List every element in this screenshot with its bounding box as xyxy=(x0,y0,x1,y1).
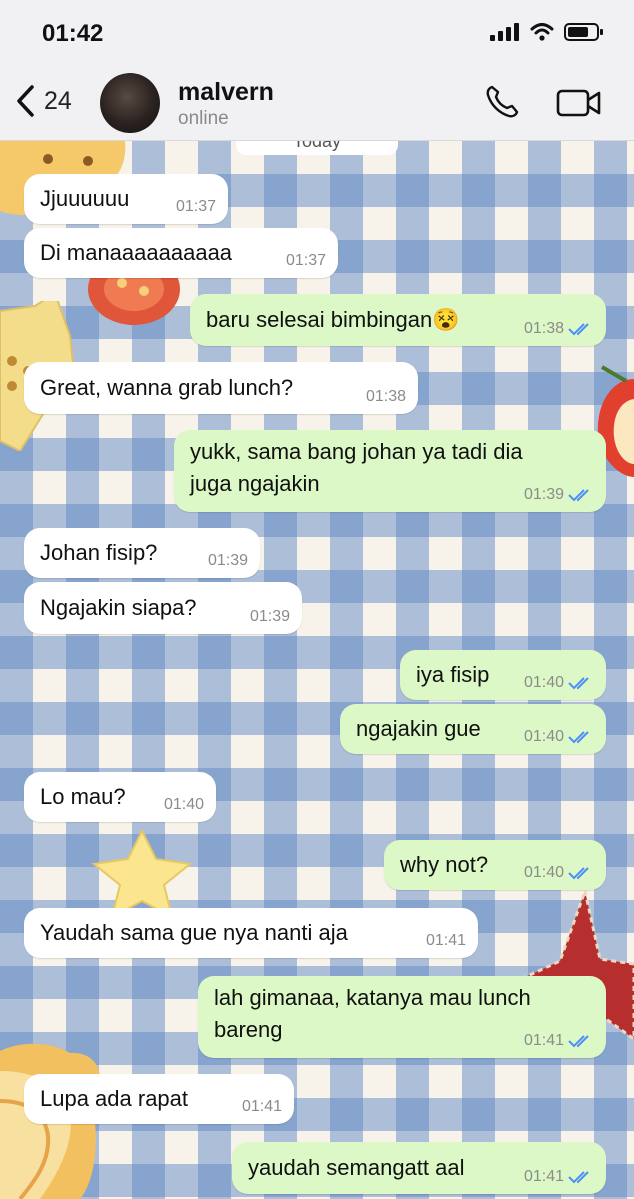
message-meta: 01:40 xyxy=(524,728,594,746)
message-meta: 01:40 xyxy=(524,864,594,882)
double-check-icon xyxy=(568,323,589,336)
message-text: Di manaaaaaaaaaa xyxy=(40,240,233,265)
battery-icon xyxy=(564,23,603,41)
contact-name[interactable]: malvern xyxy=(178,78,274,107)
message-time: 01:40 xyxy=(523,864,564,881)
message-meta: 01:41 xyxy=(242,1098,282,1116)
signal-icon xyxy=(490,23,519,41)
message-text: lah gimanaa, katanya mau lunch xyxy=(214,985,531,1010)
chevron-left-icon xyxy=(17,85,34,117)
message-time: 01:40 xyxy=(523,674,564,691)
message-bubble-outgoing[interactable]: baru selesai bimbingan😵 01:38 xyxy=(190,294,606,346)
message-text: ngajakin gue xyxy=(356,716,481,741)
status-time: 01:42 xyxy=(42,20,104,47)
message-meta: 01:39 xyxy=(524,486,594,504)
message-time: 01:41 xyxy=(425,932,466,949)
message-text: yukk, sama bang johan ya tadi dia xyxy=(190,439,523,464)
message-text: Jjuuuuuu xyxy=(40,186,130,211)
chat-header: 24 malvern online xyxy=(0,66,634,141)
message-text: yaudah semangatt aal xyxy=(248,1155,465,1180)
message-meta: 01:41 xyxy=(524,1032,594,1050)
chat-area[interactable]: Today Jjuuuuuu 01:37 Di manaaaaaaaaaa 01… xyxy=(0,141,634,1199)
message-time: 01:41 xyxy=(523,1168,564,1185)
double-check-icon xyxy=(568,731,589,744)
message-text: Yaudah sama gue nya nanti aja xyxy=(40,920,348,945)
message-text: Lupa ada rapat xyxy=(40,1086,189,1111)
double-check-icon xyxy=(568,1171,589,1184)
message-text-line2: juga ngajakin xyxy=(190,471,320,496)
message-bubble-incoming[interactable]: Yaudah sama gue nya nanti aja 01:41 xyxy=(24,908,478,958)
message-text-line2: bareng xyxy=(214,1017,283,1042)
double-check-icon xyxy=(568,867,589,880)
message-bubble-outgoing[interactable]: yukk, sama bang johan ya tadi dia juga n… xyxy=(174,430,606,512)
message-bubble-incoming[interactable]: Lo mau? 01:40 xyxy=(24,772,216,822)
message-meta: 01:40 xyxy=(164,796,204,814)
message-bubble-outgoing[interactable]: yaudah semangatt aal 01:41 xyxy=(232,1142,606,1194)
message-meta: 01:40 xyxy=(524,674,594,692)
yellow-star-decoration xyxy=(91,829,193,919)
contact-status: online xyxy=(178,108,229,129)
avatar[interactable] xyxy=(100,73,160,133)
message-text: Ngajakin siapa? xyxy=(40,595,197,620)
message-bubble-incoming[interactable]: Johan fisip? 01:39 xyxy=(24,528,260,578)
message-bubble-outgoing[interactable]: why not? 01:40 xyxy=(384,840,606,890)
status-bar: 01:42 xyxy=(0,0,634,66)
message-time: 01:41 xyxy=(241,1098,282,1115)
message-time: 01:39 xyxy=(249,608,290,625)
message-time: 01:38 xyxy=(523,320,564,337)
message-meta: 01:41 xyxy=(426,932,466,950)
date-chip: Today xyxy=(236,141,398,155)
message-time: 01:40 xyxy=(523,728,564,745)
message-time: 01:41 xyxy=(523,1032,564,1049)
message-time: 01:40 xyxy=(163,796,204,813)
message-bubble-incoming[interactable]: Ngajakin siapa? 01:39 xyxy=(24,582,302,634)
message-text: Great, wanna grab lunch? xyxy=(40,375,294,400)
message-text: why not? xyxy=(400,852,489,877)
message-bubble-outgoing[interactable]: lah gimanaa, katanya mau lunch bareng 01… xyxy=(198,976,606,1058)
wifi-icon xyxy=(530,23,554,41)
message-bubble-incoming[interactable]: Di manaaaaaaaaaa 01:37 xyxy=(24,228,338,278)
message-time: 01:38 xyxy=(365,388,406,405)
message-meta: 01:38 xyxy=(366,388,406,406)
message-time: 01:39 xyxy=(207,552,248,569)
status-icons xyxy=(490,22,604,42)
message-meta: 01:41 xyxy=(524,1168,594,1186)
message-bubble-incoming[interactable]: Great, wanna grab lunch? 01:38 xyxy=(24,362,418,414)
message-time: 01:39 xyxy=(523,486,564,503)
message-time: 01:37 xyxy=(175,198,216,215)
message-bubble-incoming[interactable]: Lupa ada rapat 01:41 xyxy=(24,1074,294,1124)
message-bubble-outgoing[interactable]: ngajakin gue 01:40 xyxy=(340,704,606,754)
message-meta: 01:39 xyxy=(250,608,290,626)
message-meta: 01:37 xyxy=(286,252,326,270)
back-button[interactable]: 24 xyxy=(14,84,72,118)
double-check-icon xyxy=(568,489,589,502)
phone-icon[interactable] xyxy=(484,84,520,120)
message-text: baru selesai bimbingan😵 xyxy=(206,307,460,332)
unread-count: 24 xyxy=(44,86,72,115)
message-text: iya fisip xyxy=(416,662,490,687)
message-time: 01:37 xyxy=(285,252,326,269)
message-bubble-incoming[interactable]: Jjuuuuuu 01:37 xyxy=(24,174,228,224)
message-meta: 01:37 xyxy=(176,198,216,216)
message-meta: 01:38 xyxy=(524,320,594,338)
message-bubble-outgoing[interactable]: iya fisip 01:40 xyxy=(400,650,606,700)
video-camera-icon[interactable] xyxy=(556,88,602,118)
message-text: Johan fisip? xyxy=(40,540,158,565)
double-check-icon xyxy=(568,1035,589,1048)
double-check-icon xyxy=(568,677,589,690)
message-meta: 01:39 xyxy=(208,552,248,570)
message-text: Lo mau? xyxy=(40,784,126,809)
